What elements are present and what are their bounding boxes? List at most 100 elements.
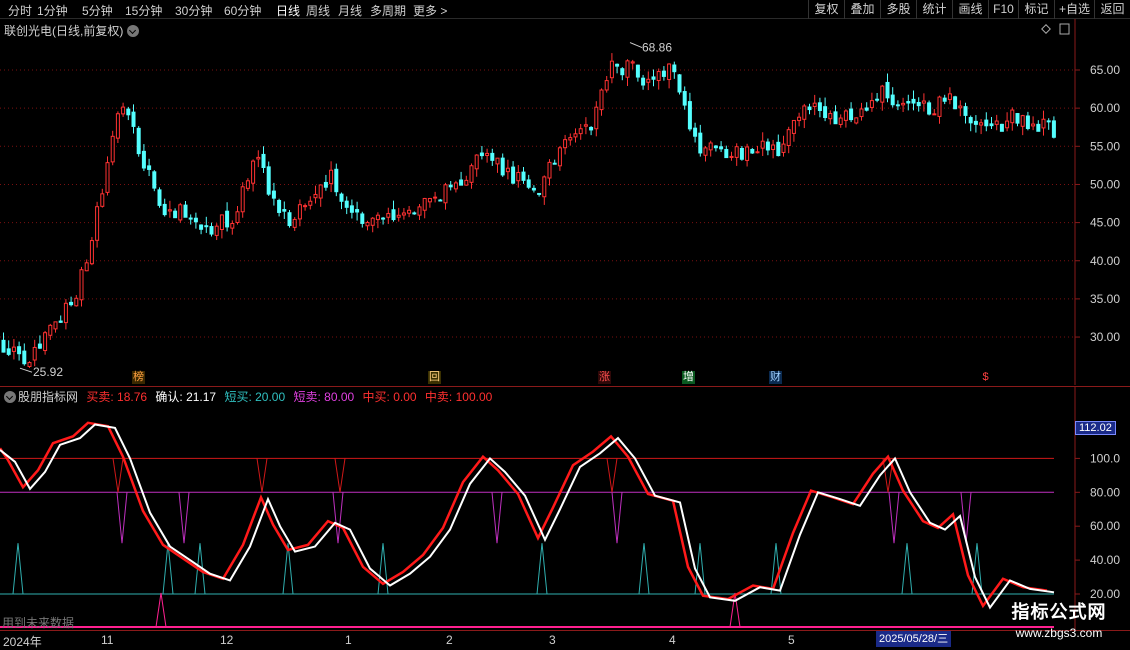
candle-up [771, 144, 776, 151]
short-buy-spike [638, 543, 650, 595]
date-label: 2024年 [3, 635, 42, 649]
candle-up [230, 223, 235, 229]
indicator-legend: 股朋指标网 买卖: 18.76 确认: 21.17 短买: 20.00 短卖: … [4, 388, 497, 405]
candle-down [261, 153, 266, 168]
candle-down [412, 212, 417, 215]
tab-more[interactable]: 更多 > [413, 2, 447, 19]
legend-confirm: 确认: 21.17 [155, 390, 217, 404]
tab-monthly[interactable]: 月线 [338, 2, 362, 19]
candle-down [6, 348, 11, 355]
candle-down [141, 150, 146, 169]
event-marker-rank[interactable]: 榜 [132, 371, 145, 384]
overlay-button[interactable]: 叠加 [844, 0, 880, 19]
candle-up [464, 179, 469, 186]
candle-down [1046, 120, 1051, 123]
tab-5min[interactable]: 5分钟 [82, 2, 113, 19]
candle-up [937, 96, 942, 117]
candle-down [713, 145, 718, 149]
candle-up [95, 206, 100, 241]
candle-up [667, 63, 672, 81]
candle-up [568, 137, 573, 141]
event-marker-finance[interactable]: 财 [769, 371, 782, 384]
candle-down [438, 199, 443, 202]
tab-1min[interactable]: 1分钟 [37, 2, 68, 19]
candle-up [578, 128, 583, 135]
candle-down [157, 189, 162, 206]
candle-up [843, 110, 848, 121]
indicator-tick-label: 80.00 [1090, 485, 1120, 499]
candle-down [173, 210, 178, 219]
candle-down [973, 120, 978, 125]
candle-down [277, 199, 282, 213]
back-button[interactable]: 返回 [1094, 0, 1130, 19]
candle-down [911, 98, 916, 104]
event-marker-buyback[interactable]: 回 [428, 371, 441, 384]
candle-up [729, 155, 734, 158]
tab-multi-period[interactable]: 多周期 [370, 2, 406, 19]
tab-60min[interactable]: 60分钟 [224, 2, 261, 19]
add-watchlist-button[interactable]: +自选 [1054, 0, 1094, 19]
short-sell-spike [116, 492, 128, 544]
candle-down [890, 94, 895, 106]
candle-down [849, 108, 854, 121]
multi-stock-button[interactable]: 多股 [880, 0, 916, 19]
candle-up [781, 143, 786, 153]
candle-down [999, 123, 1004, 132]
candle-down [204, 225, 209, 228]
price-tick-label: 65.00 [1090, 63, 1120, 77]
candle-up [505, 167, 510, 173]
candle-down [360, 213, 365, 224]
candle-up [396, 214, 401, 218]
event-marker-limit-up[interactable]: 涨 [598, 371, 611, 384]
event-marker-increase[interactable]: 增 [682, 371, 695, 384]
candle-up [1005, 120, 1010, 129]
tab-30min[interactable]: 30分钟 [175, 2, 212, 19]
candle-up [859, 108, 864, 118]
candle-down [199, 224, 204, 230]
candle-up [1031, 123, 1036, 127]
f10-button[interactable]: F10 [988, 0, 1018, 19]
candle-down [916, 101, 921, 107]
candle-down [1025, 115, 1030, 130]
adjust-button[interactable]: 复权 [808, 0, 844, 19]
indicator-name[interactable]: 股朋指标网 [18, 390, 78, 404]
tab-weekly[interactable]: 周线 [306, 2, 330, 19]
candle-up [178, 204, 183, 221]
candle-down [344, 200, 349, 208]
mark-button[interactable]: 标记 [1018, 0, 1054, 19]
candle-up [365, 221, 370, 227]
candle-down [209, 226, 214, 235]
candle-down [490, 152, 495, 161]
chevron-down-icon[interactable] [4, 391, 16, 403]
candle-down [355, 209, 360, 213]
draw-line-button[interactable]: 画线 [952, 0, 988, 19]
indicator-chart[interactable]: 100.080.0060.0040.0020.00 [0, 386, 1130, 630]
candle-down [537, 192, 542, 195]
candle-up [854, 117, 859, 124]
indicator-tick-label: 60.00 [1090, 519, 1120, 533]
candle-up [656, 71, 661, 82]
chevron-down-icon[interactable] [127, 25, 140, 37]
date-label: 4 [669, 633, 676, 647]
candle-up [63, 302, 68, 324]
statistics-button[interactable]: 统计 [916, 0, 952, 19]
candle-down [817, 102, 822, 112]
event-marker-dollar[interactable]: $ [979, 371, 992, 384]
price-tick-label: 30.00 [1090, 330, 1120, 344]
tab-time-sharing[interactable]: 分时 [8, 2, 32, 19]
candle-down [188, 217, 193, 220]
candle-down [589, 126, 594, 131]
tab-15min[interactable]: 15分钟 [125, 2, 162, 19]
site-watermark: 指标公式网 www.zbgs3.com [994, 598, 1124, 640]
candle-up [880, 85, 885, 103]
candlestick-chart[interactable]: 65.00 60.00 55.00 50.00 45.00 40.00 35.00 30.00… [0, 19, 1130, 385]
candle-up [422, 197, 427, 211]
legend-short-sell: 短卖: 80.00 [293, 390, 355, 404]
candle-up [370, 217, 375, 226]
tab-daily[interactable]: 日线 [276, 2, 300, 19]
candle-up [313, 193, 318, 199]
price-tick-label: 45.00 [1090, 216, 1120, 230]
short-sell-spike [960, 492, 972, 544]
candle-up [625, 60, 630, 78]
candle-down [282, 209, 287, 212]
